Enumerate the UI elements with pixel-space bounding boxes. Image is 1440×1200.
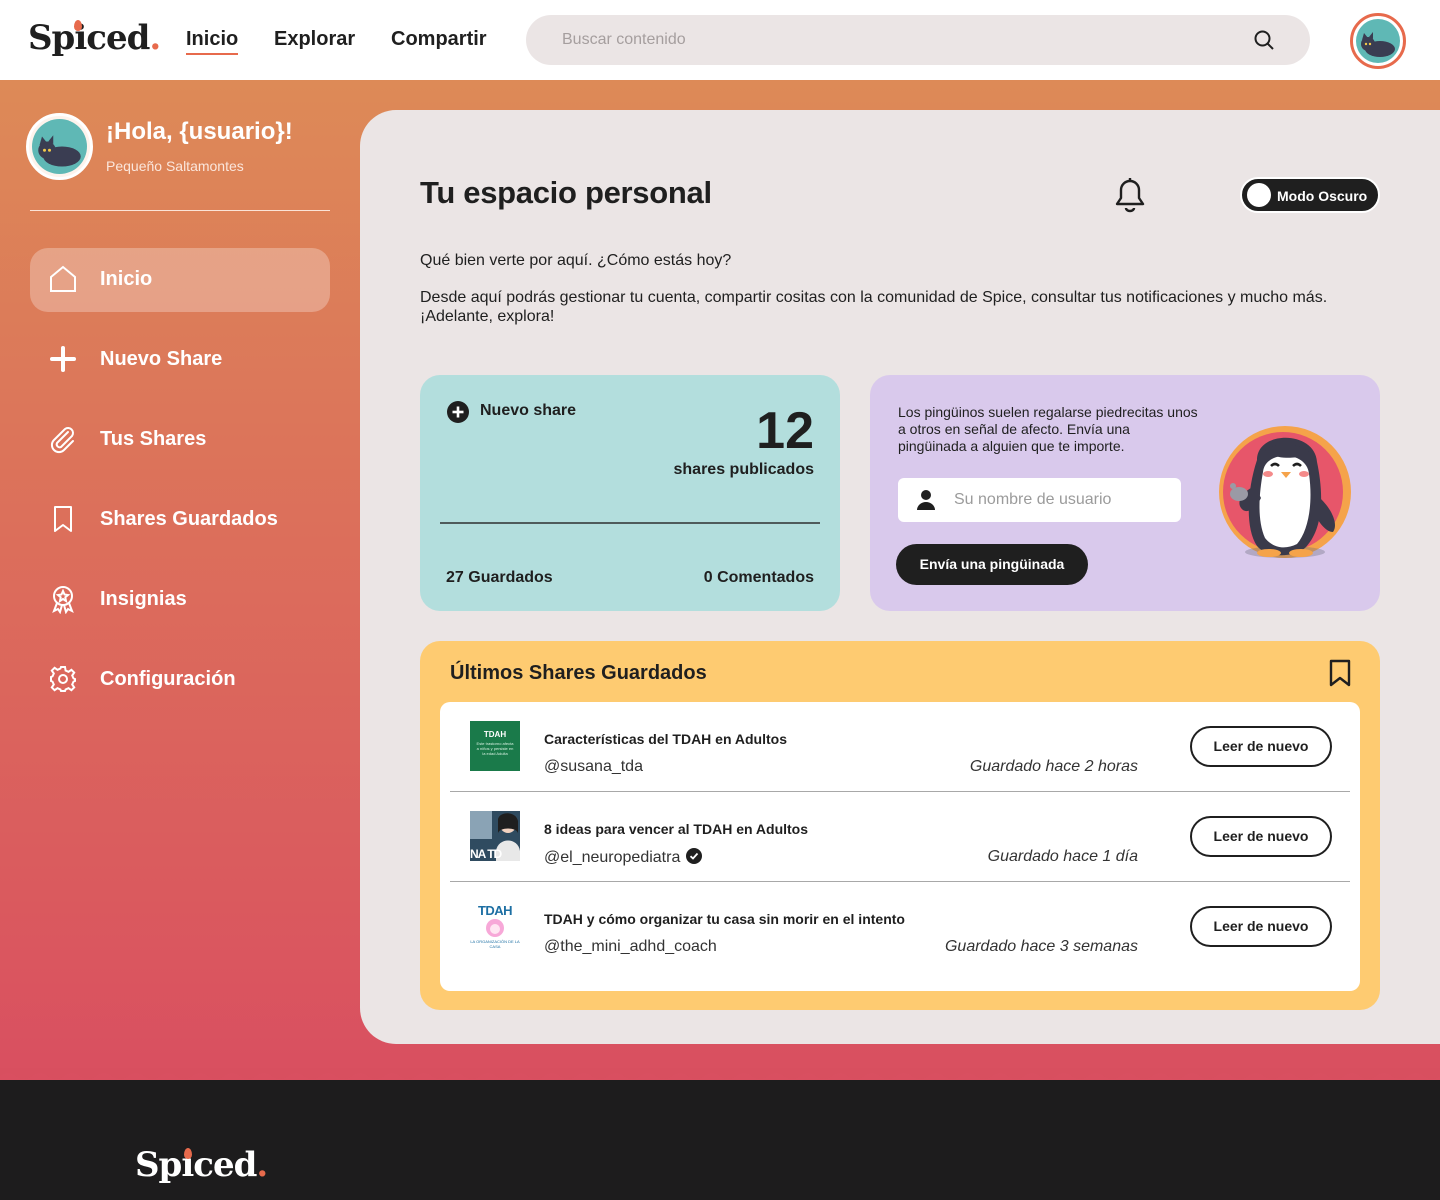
sidebar-item-shares-guardados[interactable]: Shares Guardados [30, 488, 330, 552]
sidebar-avatar[interactable] [26, 113, 93, 180]
share-thumbnail: TDAH LA ORGANIZACIÓN DE LA CASA [470, 901, 520, 951]
stats-divider [440, 522, 820, 524]
page-title: Tu espacio personal [420, 175, 712, 210]
footer-wave [0, 1068, 1440, 1079]
share-thumbnail: NA TD [470, 811, 520, 861]
penguin-illustration [1219, 426, 1351, 558]
sidebar-item-label: Configuración [100, 668, 236, 690]
search-icon[interactable] [1252, 28, 1276, 52]
saved-share-row[interactable]: TDAH Este trastorno afecta a niños y per… [450, 702, 1350, 792]
published-label: shares publicados [673, 461, 815, 478]
saved-share-row[interactable]: TDAH LA ORGANIZACIÓN DE LA CASA TDAH y c… [450, 882, 1350, 972]
saved-share-row[interactable]: NA TD 8 ideas para vencer al TDAH en Adu… [450, 792, 1350, 882]
sidebar-item-label: Insignias [100, 588, 187, 610]
cat-avatar-icon [32, 119, 87, 174]
dark-mode-label: Modo Oscuro [1277, 188, 1368, 204]
share-title[interactable]: Características del TDAH en Adultos [544, 731, 787, 747]
sidebar-item-label: Tus Shares [100, 428, 207, 450]
dark-mode-toggle[interactable]: Modo Oscuro [1240, 177, 1380, 213]
stats-card: Nuevo share 12 shares publicados 27 Guar… [420, 375, 840, 611]
sidebar-item-inicio[interactable]: Inicio [30, 248, 330, 312]
verified-badge-icon [686, 848, 703, 864]
read-again-button[interactable]: Leer de nuevo [1190, 906, 1332, 947]
plus-circle-icon [447, 401, 469, 423]
saved-shares-list: TDAH Este trastorno afecta a niños y per… [440, 702, 1360, 991]
penguin-card: Los pingüinos suelen regalarse piedrecit… [870, 375, 1380, 611]
bookmark-icon [54, 506, 72, 532]
saved-shares-title: Últimos Shares Guardados [450, 662, 707, 684]
nav-explorar[interactable]: Explorar [274, 28, 355, 51]
sidebar-divider [30, 210, 330, 211]
thumbnail-text: LA ORGANIZACIÓN DE LA CASA [470, 939, 520, 949]
sidebar-item-insignias[interactable]: Insignias [30, 568, 330, 632]
saved-shares-section: Últimos Shares Guardados TDAH Este trast… [420, 641, 1380, 1010]
thumbnail-text: Este trastorno afecta a niños y persiste… [476, 741, 514, 756]
sidebar-item-label: Nuevo Share [100, 348, 223, 370]
share-author[interactable]: @el_neuropediatra [544, 848, 703, 867]
greeting: ¡Hola, {usuario}! [106, 118, 293, 145]
footer-logo[interactable]: Spiced. [135, 1145, 268, 1185]
cat-avatar-icon [1356, 19, 1400, 63]
home-icon [50, 265, 76, 292]
logo-flame-icon [184, 1148, 192, 1159]
search-input[interactable] [562, 27, 1222, 53]
new-share-label: Nuevo share [480, 402, 577, 419]
badge-icon [52, 586, 74, 614]
thumbnail-heading: TDAH [477, 903, 513, 918]
bell-icon[interactable] [1113, 177, 1147, 213]
saved-time: Guardado hace 3 semanas [944, 938, 1138, 955]
read-again-button[interactable]: Leer de nuevo [1190, 816, 1332, 857]
username-input[interactable] [954, 488, 1164, 512]
spiced-logo[interactable]: Spiced. [28, 18, 161, 58]
share-title[interactable]: TDAH y cómo organizar tu casa sin morir … [544, 911, 905, 927]
nav-inicio[interactable]: Inicio [186, 28, 239, 55]
share-author[interactable]: @susana_tda [544, 758, 643, 776]
thumbnail-text: NA TD [470, 847, 502, 861]
sidebar-item-label: Inicio [100, 268, 153, 290]
user-icon [917, 490, 935, 510]
search-bar [526, 15, 1310, 65]
share-author[interactable]: @the_mini_adhd_coach [544, 938, 717, 956]
saved-time: Guardado hace 1 día [987, 848, 1138, 865]
saved-count: 27 Guardados [446, 569, 553, 586]
user-avatar[interactable] [1350, 13, 1406, 69]
thumbnail-heading: TDAH [483, 730, 507, 739]
intro-description: Desde aquí podrás gestionar tu cuenta, c… [420, 289, 1328, 325]
username-field-wrapper [898, 478, 1181, 522]
commented-count: 0 Comentados [703, 569, 814, 586]
plus-icon [50, 346, 76, 372]
user-rank: Pequeño Saltamontes [106, 158, 244, 174]
sidebar-item-nuevo-share[interactable]: Nuevo Share [30, 328, 330, 392]
published-count: 12 [756, 402, 814, 460]
thumbnail-illustration [486, 919, 504, 937]
penguin-description: Los pingüinos suelen regalarse piedrecit… [898, 404, 1198, 454]
top-navbar: Spiced. Inicio Explorar Compartir [0, 0, 1440, 80]
send-penguin-button[interactable]: Envía una pingüinada [896, 544, 1088, 585]
saved-time: Guardado hace 2 horas [969, 758, 1138, 775]
nav-compartir[interactable]: Compartir [391, 28, 487, 51]
paperclip-icon [50, 427, 74, 454]
logo-flame-icon [74, 20, 82, 31]
share-title[interactable]: 8 ideas para vencer al TDAH en Adultos [544, 821, 808, 837]
intro-greeting: Qué bien verte por aquí. ¿Cómo estás hoy… [420, 252, 732, 269]
share-thumbnail: TDAH Este trastorno afecta a niños y per… [470, 721, 520, 771]
bookmark-icon[interactable] [1328, 659, 1352, 687]
sidebar-item-configuracion[interactable]: Configuración [30, 648, 330, 712]
read-again-button[interactable]: Leer de nuevo [1190, 726, 1332, 767]
toggle-knob [1247, 183, 1271, 207]
sidebar-item-label: Shares Guardados [100, 508, 278, 530]
sidebar-item-tus-shares[interactable]: Tus Shares [30, 408, 330, 472]
gear-icon [50, 666, 76, 692]
